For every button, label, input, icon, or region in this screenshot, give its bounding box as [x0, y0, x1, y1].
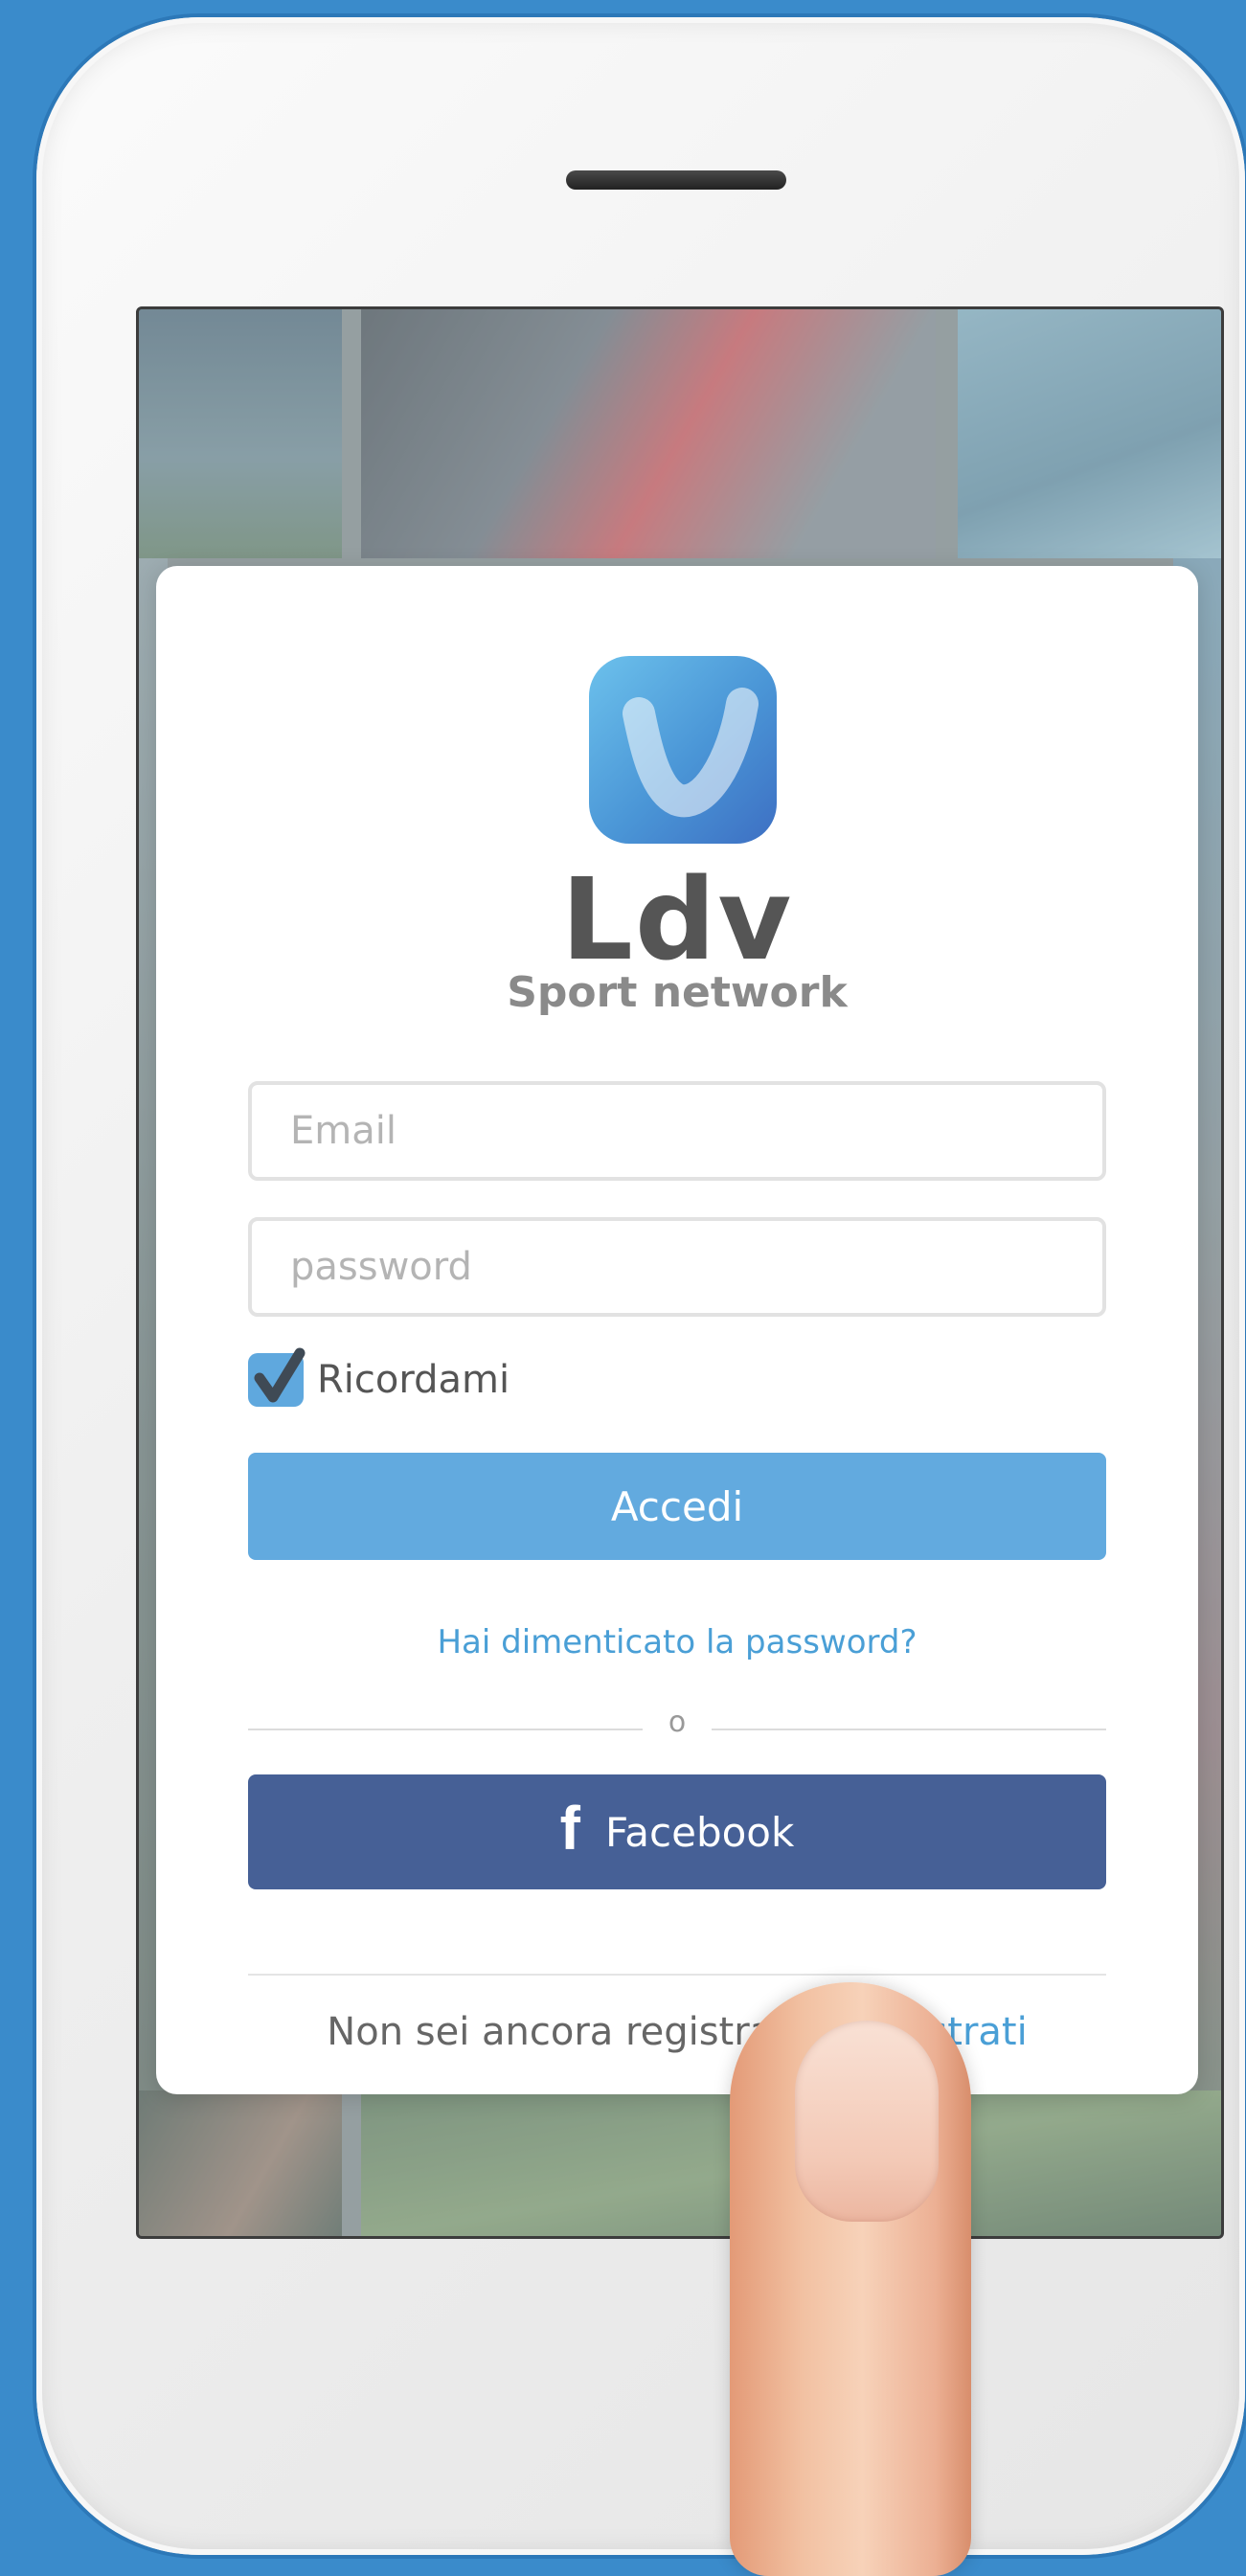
email-field[interactable] [248, 1081, 1106, 1181]
facebook-button-label: Facebook [604, 1808, 795, 1856]
phone-frame: Ldv Sport network Ricordami Accedi Hai d… [36, 17, 1245, 2555]
divider-right [712, 1729, 1106, 1730]
app-screen: Ldv Sport network Ricordami Accedi Hai d… [136, 306, 1224, 2239]
checkmark-icon [254, 1347, 306, 1403]
login-card: Ldv Sport network Ricordami Accedi Hai d… [156, 566, 1198, 2094]
or-separator: o [668, 1706, 687, 1739]
remember-label: Ricordami [317, 1358, 510, 1402]
remember-me[interactable]: Ricordami [248, 1347, 510, 1409]
divider-left [248, 1729, 643, 1730]
facebook-login-button[interactable]: f Facebook [248, 1774, 1106, 1889]
password-input[interactable] [252, 1221, 1102, 1313]
facebook-icon: f [559, 1794, 580, 1863]
password-field[interactable] [248, 1217, 1106, 1317]
finger-image [730, 1982, 971, 2576]
fingernail [795, 2021, 939, 2222]
app-logo-icon [589, 656, 777, 844]
app-tagline: Sport network [507, 968, 848, 1017]
logo-v-icon [623, 688, 759, 818]
login-button[interactable]: Accedi [248, 1453, 1106, 1560]
signup-prompt: Non sei ancora registrato? Registrati [156, 2010, 1198, 2054]
footer-divider [248, 1974, 1106, 1976]
remember-checkbox[interactable] [248, 1347, 306, 1407]
app-name: Ldv [560, 853, 794, 985]
email-input[interactable] [252, 1085, 1102, 1177]
phone-speaker [566, 170, 786, 190]
forgot-password-link[interactable]: Hai dimenticato la password? [156, 1623, 1198, 1661]
